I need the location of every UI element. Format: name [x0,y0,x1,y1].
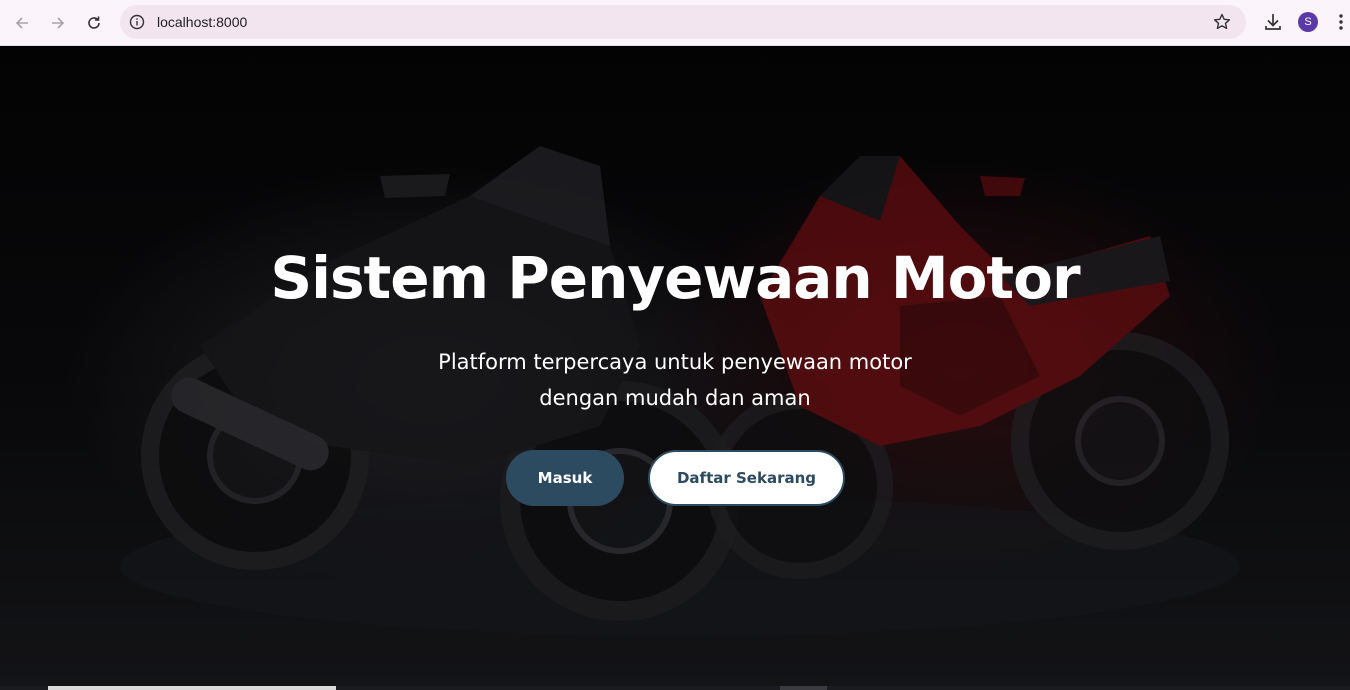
arrow-left-icon [15,17,28,29]
hero-subtitle-line-1: Platform terpercaya untuk penyewaan moto… [438,350,912,374]
hero-subtitle-line-2: dengan mudah dan aman [539,386,811,410]
bottom-strip-segment [780,686,827,690]
hero-subtitle: Platform terpercaya untuk penyewaan moto… [375,344,975,416]
browser-toolbar: localhost:8000 S [0,0,1350,46]
arrow-right-icon [52,17,65,29]
url-text[interactable]: localhost:8000 [157,13,247,31]
bottom-strip-segment [48,686,336,690]
reload-icon [88,16,100,29]
forward-button[interactable] [44,9,72,37]
kebab-menu-icon[interactable] [1334,11,1348,33]
bottom-scroll-strip [0,686,1350,690]
reload-button[interactable] [80,9,108,37]
star-icon[interactable] [1212,12,1232,32]
download-icon[interactable] [1262,11,1284,33]
info-icon[interactable] [128,13,146,31]
hero-section: Sistem Penyewaan Motor Platform terperca… [0,46,1350,690]
login-button[interactable]: Masuk [506,450,624,506]
hero-title: Sistem Penyewaan Motor [270,244,1080,312]
profile-avatar[interactable]: S [1298,12,1318,32]
address-bar[interactable]: localhost:8000 [120,5,1246,39]
register-button[interactable]: Daftar Sekarang [648,450,845,506]
back-button[interactable] [8,9,36,37]
